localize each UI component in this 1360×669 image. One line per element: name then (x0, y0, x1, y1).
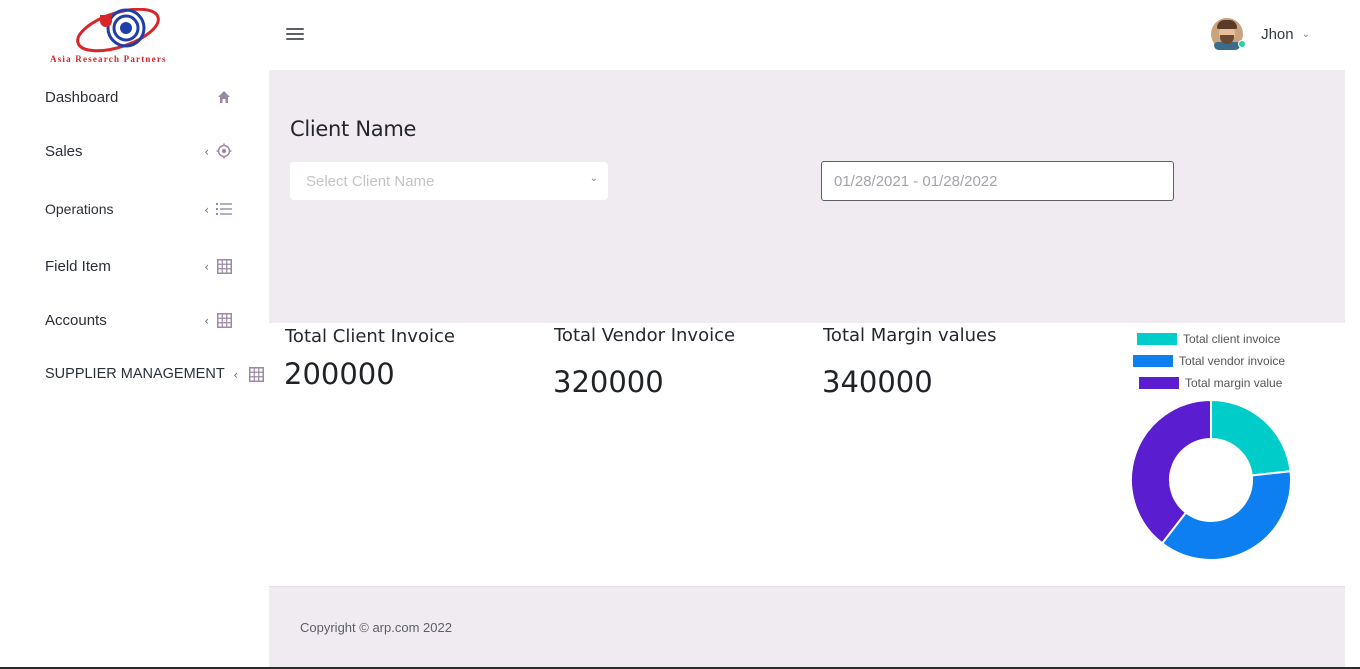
hamburger-menu-icon[interactable] (286, 28, 304, 41)
grid-icon (216, 312, 232, 328)
chevron-left-icon: ‹ (233, 368, 238, 382)
sidebar-item-label: Field Item (45, 257, 111, 275)
crosshair-icon (216, 143, 232, 159)
user-menu[interactable]: Jhon ⌄ (1211, 18, 1310, 50)
avatar[interactable] (1211, 18, 1247, 50)
doughnut-svg (1130, 398, 1292, 561)
sidebar-item-label: Accounts (45, 311, 107, 329)
home-icon (216, 89, 232, 105)
client-name-select[interactable]: Select Client Name ⌄ (290, 162, 608, 200)
sidebar-item-dashboard[interactable]: Dashboard (45, 85, 269, 109)
legend-swatch (1139, 377, 1179, 389)
legend-swatch (1133, 355, 1173, 367)
legend-item-client[interactable]: Total client invoice (1137, 332, 1280, 346)
sidebar-item-field-item[interactable]: Field Item ‹ (45, 254, 269, 278)
sidebar-item-accounts[interactable]: Accounts ‹ (45, 308, 269, 332)
legend-label: Total vendor invoice (1179, 354, 1286, 368)
filter-panel: Client Name Select Client Name ⌄ 01/28/2… (269, 70, 1345, 323)
chevron-down-icon: ⌄ (589, 173, 598, 184)
doughnut-slice-client[interactable] (1210, 398, 1292, 477)
chevron-down-icon: ⌄ (1301, 28, 1310, 40)
chevron-left-icon: ‹ (204, 203, 209, 217)
total-client-invoice-value: 200000 (284, 357, 395, 391)
total-margin-values-label: Total Margin values (823, 325, 997, 346)
legend-label: Total margin value (1185, 376, 1283, 390)
total-vendor-invoice-label: Total Vendor Invoice (554, 325, 736, 346)
sidebar-item-label: Operations (45, 201, 114, 217)
total-vendor-invoice-value: 320000 (553, 365, 664, 399)
legend-swatch (1137, 333, 1177, 345)
legend-item-vendor[interactable]: Total vendor invoice (1133, 354, 1285, 368)
grid-icon (248, 366, 264, 382)
logo-text: Asia Research Partners (50, 54, 167, 64)
online-status-icon (1238, 40, 1247, 48)
total-margin-values-value: 340000 (822, 365, 933, 399)
chevron-left-icon: ‹ (204, 314, 209, 328)
grid-icon (216, 258, 232, 274)
client-select-placeholder: Select Client Name (306, 172, 435, 190)
date-range-input[interactable]: 01/28/2021 - 01/28/2022 (821, 161, 1174, 201)
sidebar-item-operations[interactable]: Operations ‹ (45, 197, 269, 221)
footer: Copyright © arp.com 2022 (269, 586, 1345, 669)
sidebar-item-sales[interactable]: Sales ‹ (45, 139, 269, 163)
logo[interactable]: Asia Research Partners (48, 7, 200, 70)
chevron-left-icon: ‹ (204, 145, 209, 159)
total-client-invoice-label: Total Client Invoice (285, 326, 455, 347)
sidebar: Asia Research Partners Dashboard Sales ‹… (0, 0, 269, 669)
sidebar-item-label: Dashboard (45, 88, 119, 106)
chevron-left-icon: ‹ (204, 260, 209, 274)
copyright-text: Copyright © arp.com 2022 (300, 620, 452, 635)
user-name: Jhon (1261, 25, 1294, 43)
sidebar-item-supplier-management[interactable]: SUPPLIER MANAGEMENT ‹ (45, 362, 269, 386)
sidebar-item-label: Sales (45, 142, 83, 160)
client-name-title: Client Name (290, 117, 417, 141)
sidebar-item-label: SUPPLIER MANAGEMENT (45, 366, 225, 382)
invoice-doughnut-chart: Total client invoice Total vendor invoic… (1120, 325, 1310, 570)
top-bar: Jhon ⌄ (269, 0, 1360, 70)
legend-item-margin[interactable]: Total margin value (1139, 376, 1282, 390)
legend-label: Total client invoice (1183, 332, 1281, 346)
list-icon (216, 201, 232, 217)
